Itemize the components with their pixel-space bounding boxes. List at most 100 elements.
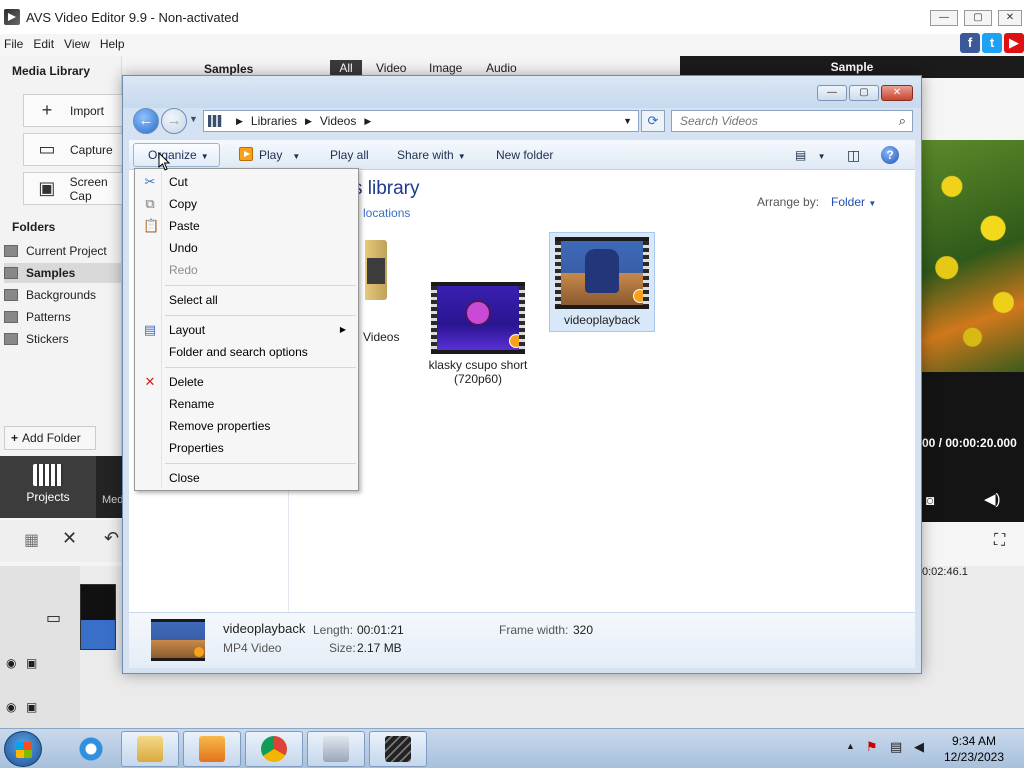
timeline-clip[interactable] (80, 584, 116, 650)
refresh-icon[interactable]: ⟳ (641, 110, 665, 132)
recent-pages-chevron-icon[interactable]: ▼ (189, 114, 198, 124)
breadcrumb-videos[interactable]: Videos (320, 114, 356, 128)
show-hidden-icons-chevron-icon[interactable]: ▲ (846, 741, 855, 751)
help-icon[interactable]: ? (881, 146, 899, 164)
add-folder-label: Add Folder (22, 431, 81, 445)
dialog-maximize-button[interactable]: ▢ (849, 85, 879, 101)
lock-icon[interactable]: ▣ (26, 656, 37, 670)
menu-item-layout[interactable]: ▤ Layout ▶ (137, 319, 356, 341)
details-size-label: Size: (329, 641, 356, 655)
menu-item-cut[interactable]: ✂ Cut (137, 171, 356, 193)
menu-item-undo[interactable]: Undo (137, 237, 356, 259)
address-bar[interactable]: ▶ Libraries ▶ Videos ▶ ▼ (203, 110, 639, 132)
folder-patterns[interactable]: Patterns (4, 307, 122, 327)
volume-icon[interactable]: ◀) (984, 490, 1001, 508)
play-button[interactable]: Play ▼ (239, 140, 300, 170)
plus-icon: + (41, 100, 53, 120)
menu-help[interactable]: Help (100, 37, 125, 51)
file-item-videoplayback[interactable]: videoplayback (549, 232, 655, 332)
folder-label: Current Project (26, 244, 107, 258)
share-with-button[interactable]: Share with ▼ (397, 140, 466, 170)
volume-muted-icon[interactable]: ◀ (914, 739, 924, 755)
menu-edit[interactable]: Edit (33, 37, 54, 51)
back-arrow-icon[interactable]: ← (133, 108, 159, 134)
tab-audio[interactable]: Audio (486, 60, 517, 76)
library-locations-link[interactable]: 2 locations (353, 206, 410, 220)
folder-icon (4, 289, 18, 301)
menu-item-properties[interactable]: Properties (137, 437, 356, 459)
menu-item-close[interactable]: Close (137, 467, 356, 489)
menu-item-remove-properties[interactable]: Remove properties (137, 415, 356, 437)
undo-icon[interactable]: ↶ (104, 528, 119, 549)
folder-stickers[interactable]: Stickers (4, 329, 122, 349)
samples-title: Samples (204, 62, 254, 76)
preview-pane-icon[interactable]: ◫ (847, 140, 860, 170)
snapshot-camera-icon[interactable]: ◙ (926, 492, 934, 508)
facebook-icon[interactable]: f (960, 33, 980, 53)
breadcrumb-libraries[interactable]: Libraries (251, 114, 297, 128)
import-button[interactable]: + Import (23, 94, 133, 127)
menu-file[interactable]: File (4, 37, 23, 51)
change-view-icon[interactable]: ▤ ▼ (795, 140, 826, 170)
storyboard-icon[interactable]: ▦ (24, 530, 39, 550)
lock-icon-2[interactable]: ▣ (26, 700, 37, 714)
menu-view[interactable]: View (64, 37, 90, 51)
menu-item-folder-search-options[interactable]: Folder and search options (137, 341, 356, 363)
search-input[interactable] (672, 111, 882, 131)
media-button[interactable]: Med (96, 456, 123, 518)
taskbar-internet-explorer[interactable] (62, 731, 120, 767)
eye-icon[interactable]: ◉ (6, 656, 16, 670)
submenu-arrow-icon: ▶ (339, 325, 346, 334)
app-minimize-button[interactable]: — (930, 10, 958, 26)
menu-item-rename[interactable]: Rename (137, 393, 356, 415)
taskbar-chrome[interactable] (245, 731, 303, 767)
tab-image[interactable]: Image (429, 60, 462, 76)
folder-backgrounds[interactable]: Backgrounds (4, 285, 122, 305)
start-button[interactable] (4, 731, 42, 767)
forward-arrow-icon[interactable]: → (161, 108, 187, 134)
app-restore-button[interactable]: ▢ (964, 10, 992, 26)
folder-samples[interactable]: Samples (4, 263, 122, 283)
network-icon[interactable]: ▤ (890, 739, 902, 755)
twitter-icon[interactable]: t (982, 33, 1002, 53)
new-folder-button[interactable]: New folder (496, 140, 553, 170)
menu-item-select-all[interactable]: Select all (137, 289, 356, 311)
app-close-button[interactable]: ✕ (998, 10, 1022, 26)
youtube-icon[interactable]: ▶ (1004, 33, 1024, 53)
address-dropdown-icon[interactable]: ▼ (623, 116, 632, 126)
folder-icon (4, 267, 18, 279)
videos-folder-icon[interactable] (365, 240, 387, 300)
system-clock[interactable]: 9:34 AM 12/23/2023 (936, 733, 1012, 765)
action-center-flag-icon[interactable]: ⚑ (866, 739, 878, 755)
dialog-minimize-button[interactable]: — (817, 85, 847, 101)
taskbar-avs-video-editor[interactable] (369, 731, 427, 767)
screen-capture-button[interactable]: ▣ Screen Cap (23, 172, 133, 205)
add-folder-button[interactable]: + Add Folder (4, 426, 96, 450)
menu-item-copy[interactable]: ⧉ Copy (137, 193, 356, 215)
menu-item-label: Properties (169, 441, 224, 455)
taskbar-media-player[interactable] (183, 731, 241, 767)
eye-icon-2[interactable]: ◉ (6, 700, 16, 714)
taskbar-keyboard-app[interactable] (307, 731, 365, 767)
arrange-by-dropdown[interactable]: Folder ▼ (831, 195, 876, 209)
organize-button[interactable]: Organize ▼ (133, 143, 220, 167)
media-library-title: Media Library (12, 64, 91, 78)
fit-timeline-icon[interactable]: ⛶ (994, 532, 1005, 550)
folder-label: Patterns (26, 310, 71, 324)
projects-button[interactable]: Projects (0, 456, 96, 518)
tab-all[interactable]: All (330, 60, 362, 76)
taskbar-file-explorer[interactable] (121, 731, 179, 767)
search-box[interactable]: ⌕ (671, 110, 913, 132)
menu-item-paste[interactable]: 📋 Paste (137, 215, 356, 237)
tab-video[interactable]: Video (376, 60, 406, 76)
menu-item-delete[interactable]: ✕ Delete (137, 371, 356, 393)
clock-date: 12/23/2023 (943, 750, 1005, 764)
play-all-button[interactable]: Play all (330, 140, 369, 170)
dialog-close-button[interactable]: ✕ (881, 85, 913, 101)
folder-current-project[interactable]: Current Project (4, 241, 122, 261)
delete-x-icon: ✕ (144, 374, 156, 389)
delete-clip-icon[interactable]: ✕ (62, 528, 77, 549)
file-item-klasky[interactable]: klasky csupo short (720p60) (425, 282, 531, 386)
library-title: s library (353, 178, 420, 199)
capture-button[interactable]: ▭ Capture (23, 133, 133, 166)
